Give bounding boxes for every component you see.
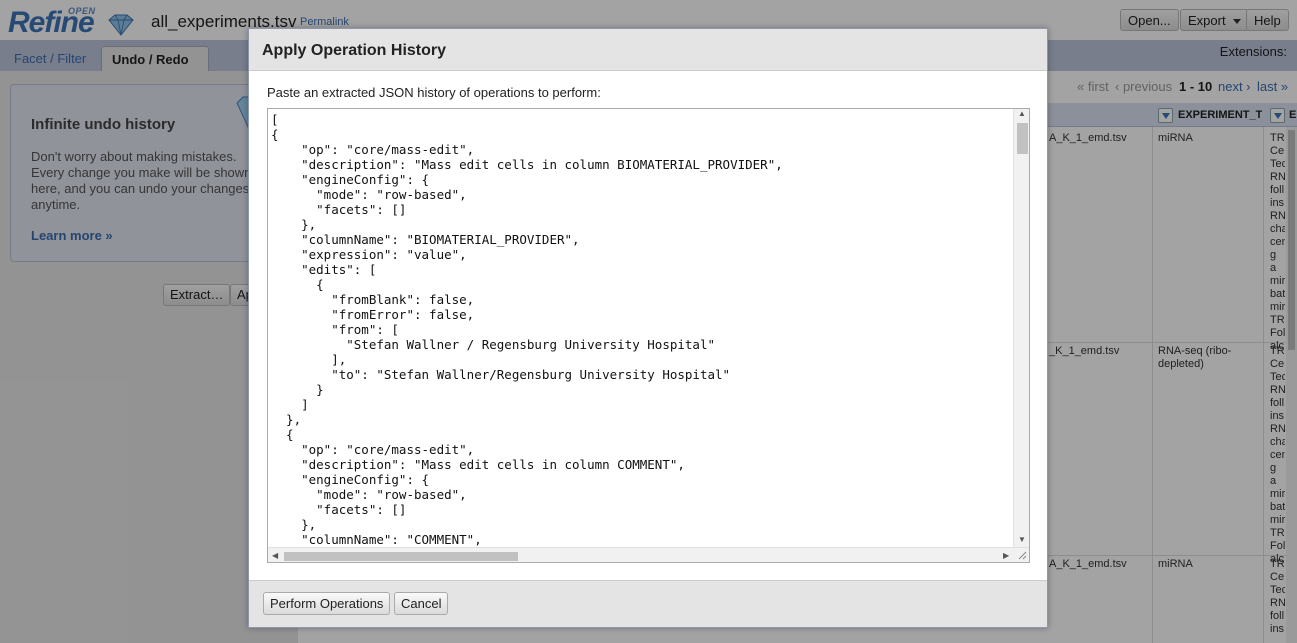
scroll-up-arrow-icon[interactable]: ▲: [1018, 109, 1026, 119]
horizontal-scroll-thumb[interactable]: [284, 552, 518, 561]
resize-handle-icon[interactable]: [1017, 550, 1027, 560]
apply-operation-history-dialog: Apply Operation History Paste an extract…: [248, 28, 1048, 628]
dialog-footer: Perform Operations Cancel: [249, 580, 1047, 627]
dialog-header[interactable]: Apply Operation History: [249, 29, 1047, 71]
textarea-horizontal-scrollbar[interactable]: ◀ ▶: [268, 547, 1029, 562]
cancel-button[interactable]: Cancel: [394, 592, 449, 615]
json-history-text[interactable]: [ { "op": "core/mass-edit", "description…: [271, 112, 783, 547]
json-history-textarea[interactable]: [ { "op": "core/mass-edit", "description…: [267, 108, 1030, 563]
scroll-left-arrow-icon[interactable]: ◀: [272, 551, 278, 561]
vertical-scroll-thumb[interactable]: [1017, 123, 1028, 154]
scroll-right-arrow-icon[interactable]: ▶: [1003, 551, 1009, 561]
perform-operations-button[interactable]: Perform Operations: [263, 592, 391, 615]
dialog-title: Apply Operation History: [262, 42, 447, 59]
scroll-down-arrow-icon[interactable]: ▼: [1018, 535, 1026, 545]
dialog-prompt: Paste an extracted JSON history of opera…: [267, 85, 601, 100]
textarea-vertical-scrollbar[interactable]: ▲ ▼: [1013, 109, 1029, 547]
